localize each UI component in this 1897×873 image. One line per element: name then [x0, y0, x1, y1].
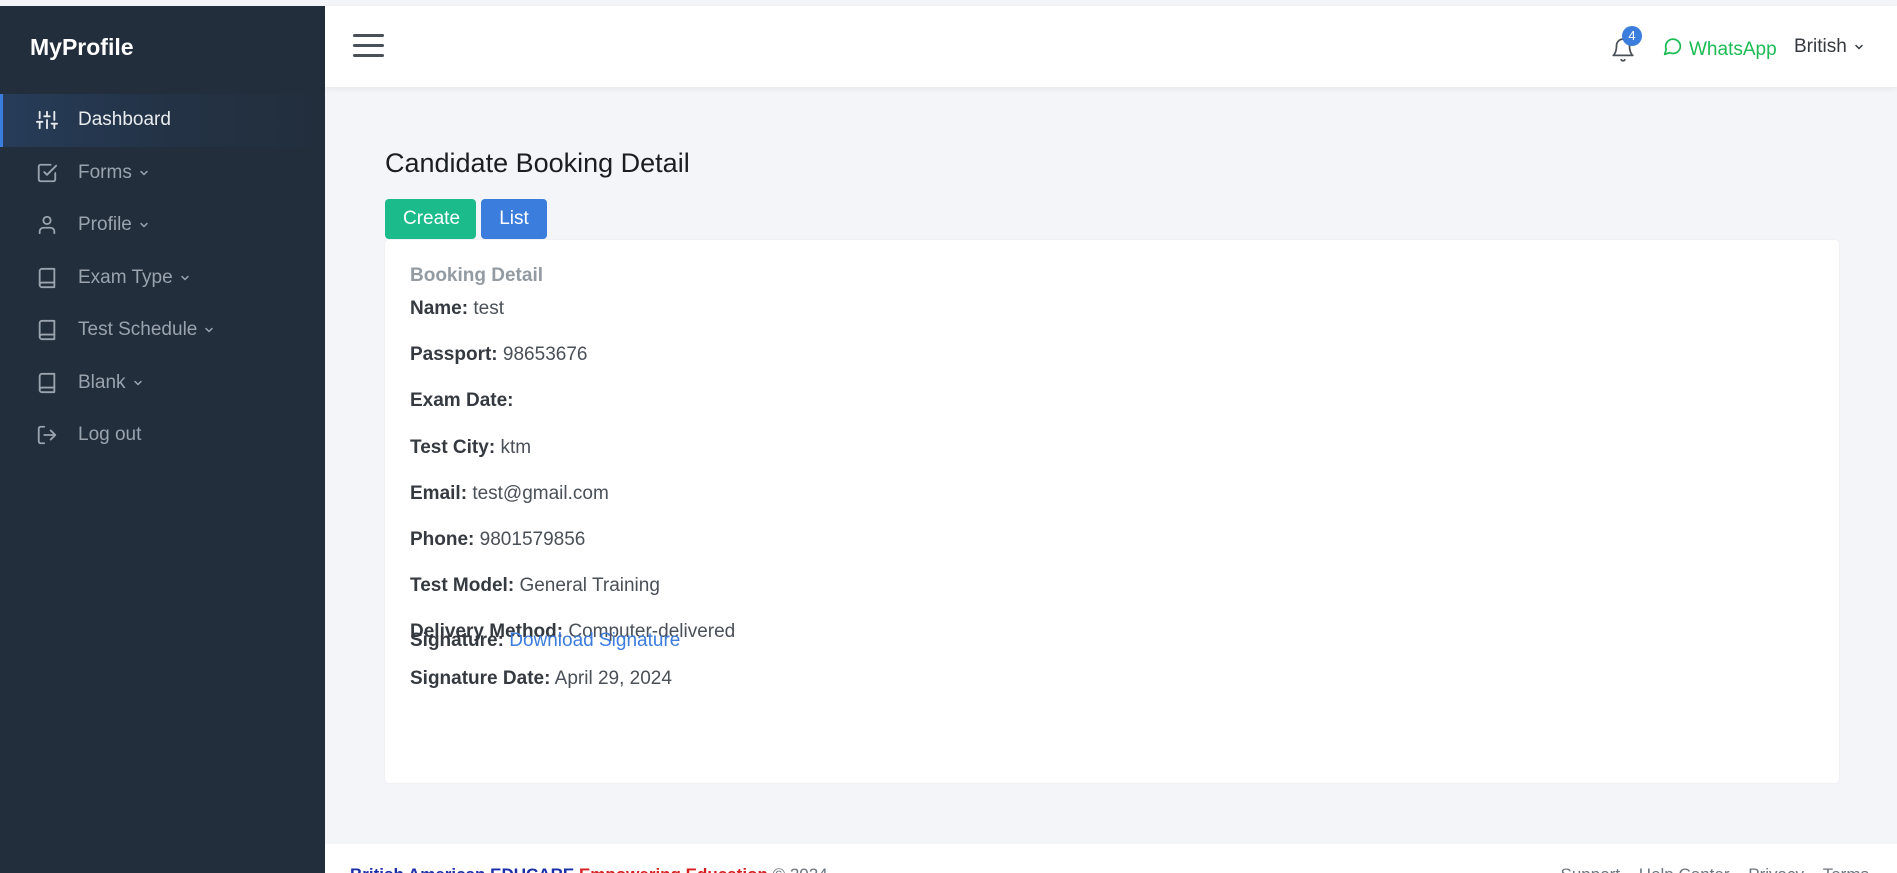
- book-icon: [36, 267, 58, 289]
- card-title: Booking Detail: [410, 265, 544, 286]
- sidebar-item-blank[interactable]: Blank: [0, 357, 325, 410]
- sidebar-nav: Dashboard Forms Profile Exam Type Test Sched…: [0, 94, 325, 462]
- detail-label: Test Model:: [410, 575, 515, 597]
- signature-row: Signature: Download Signature: [410, 630, 680, 652]
- footer-link-privacy[interactable]: Privacy: [1748, 865, 1804, 873]
- sliders-icon: [36, 109, 58, 131]
- brand-logo[interactable]: MyProfile: [30, 34, 134, 61]
- detail-row: Test City: ktm: [410, 437, 531, 459]
- sidebar-item-label: Dashboard: [78, 109, 171, 131]
- detail-row: Passport: 98653676: [410, 344, 587, 366]
- detail-row: Name: test: [410, 298, 504, 320]
- sidebar-item-dashboard[interactable]: Dashboard: [0, 94, 325, 147]
- sidebar-item-label: Blank: [78, 371, 126, 393]
- book-icon: [36, 372, 58, 394]
- menu-toggle-icon[interactable]: [353, 34, 384, 58]
- language-dropdown[interactable]: British: [1794, 36, 1865, 58]
- detail-value: 98653676: [502, 344, 588, 366]
- user-icon: [36, 214, 58, 236]
- detail-value: General Training: [519, 575, 660, 597]
- detail-row: Signature Date: April 29, 2024: [410, 668, 672, 690]
- footer-link-help-center[interactable]: Help Center: [1639, 865, 1730, 873]
- chevron-down-icon: [203, 324, 215, 336]
- detail-label: Exam Date:: [410, 390, 514, 412]
- sidebar-item-forms[interactable]: Forms: [0, 147, 325, 200]
- sidebar-item-label: Log out: [78, 424, 142, 446]
- detail-value: April 29, 2024: [554, 667, 672, 689]
- create-button[interactable]: Create: [385, 199, 476, 239]
- chevron-down-icon: [132, 377, 144, 389]
- chevron-down-icon: [1853, 41, 1865, 53]
- sidebar-item-label: Exam Type: [78, 266, 173, 288]
- detail-value: 9801579856: [479, 529, 586, 550]
- detail-value: ktm: [500, 436, 532, 458]
- language-label: British: [1794, 36, 1847, 57]
- footer-brand-name[interactable]: British American EDUCARE: [350, 865, 574, 873]
- detail-label: Email:: [410, 482, 468, 504]
- signature-label: Signature:: [410, 630, 504, 651]
- list-button[interactable]: List: [481, 199, 547, 239]
- whatsapp-link[interactable]: WhatsApp: [1662, 36, 1777, 63]
- sidebar-item-label: Forms: [78, 161, 132, 183]
- detail-row: Phone: 9801579856: [410, 529, 585, 551]
- top-navbar: 4 WhatsApp British: [325, 6, 1897, 87]
- whatsapp-label: WhatsApp: [1689, 38, 1777, 60]
- download-signature-link[interactable]: Download Signature: [509, 630, 680, 651]
- detail-label: Signature Date:: [410, 667, 551, 689]
- page-title: Candidate Booking Detail: [385, 148, 690, 178]
- footer: British American EDUCARE Empowering Educ…: [325, 844, 1897, 873]
- footer-brand: British American EDUCARE Empowering Educ…: [350, 865, 828, 873]
- detail-label: Phone:: [410, 529, 475, 550]
- detail-label: Passport:: [410, 344, 498, 366]
- detail-row: Email: test@gmail.com: [410, 483, 609, 505]
- booking-detail-card: Booking Detail Name: test Passport: 98653…: [385, 240, 1839, 783]
- log-out-icon: [36, 424, 58, 446]
- check-square-icon: [36, 162, 58, 184]
- notification-badge: 4: [1622, 26, 1642, 46]
- footer-link-support[interactable]: Support: [1561, 865, 1621, 873]
- detail-label: Test City:: [410, 436, 496, 458]
- sidebar-item-label: Profile: [78, 214, 132, 236]
- detail-value: test@gmail.com: [472, 482, 609, 504]
- sidebar-item-profile[interactable]: Profile: [0, 199, 325, 252]
- message-circle-icon: [1662, 36, 1689, 63]
- chevron-down-icon: [138, 167, 150, 179]
- detail-label: Name:: [410, 298, 469, 319]
- sidebar-item-label: Test Schedule: [78, 319, 198, 341]
- chevron-down-icon: [179, 272, 191, 284]
- footer-copyright: © 2024: [773, 865, 828, 873]
- detail-row: Exam Date:: [410, 390, 514, 412]
- footer-links: Support Help Center Privacy Terms: [1547, 865, 1869, 873]
- detail-value: test: [473, 298, 504, 319]
- sidebar: MyProfile Dashboard Forms Profile Exam Type…: [0, 6, 325, 873]
- sidebar-item-test-schedule[interactable]: Test Schedule: [0, 304, 325, 357]
- footer-link-terms[interactable]: Terms: [1823, 865, 1869, 873]
- chevron-down-icon: [138, 219, 150, 231]
- sidebar-item-log-out[interactable]: Log out: [0, 409, 325, 462]
- sidebar-item-exam-type[interactable]: Exam Type: [0, 252, 325, 305]
- detail-row: Test Model: General Training: [410, 575, 660, 597]
- footer-tagline: Empowering Education: [579, 865, 768, 873]
- book-icon: [36, 319, 58, 341]
